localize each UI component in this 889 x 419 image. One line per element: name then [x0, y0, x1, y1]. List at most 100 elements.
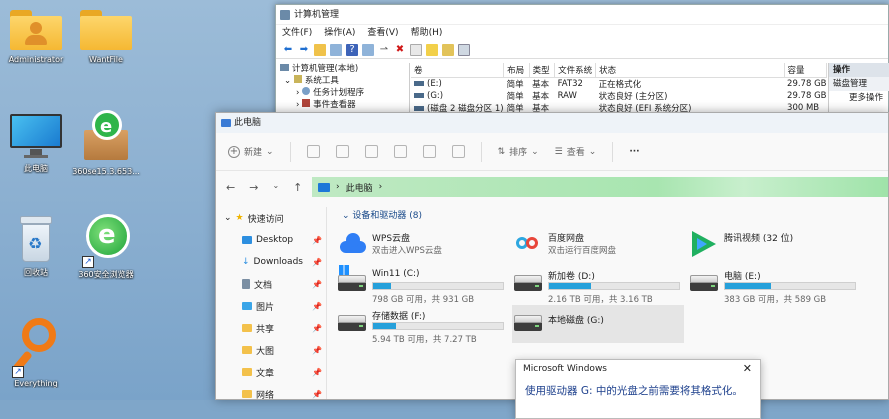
delete-icon[interactable]: ✖ [394, 44, 406, 56]
volume-layout: 简单 [506, 79, 524, 90]
help-icon[interactable]: ? [346, 43, 358, 56]
nav-large-images[interactable]: 大图 📌 [216, 339, 326, 361]
pc-icon [221, 119, 231, 127]
tile-name: 电脑 (E:) [724, 272, 761, 282]
up-arrow-icon[interactable]: ↑ [293, 181, 302, 194]
paste-icon[interactable] [364, 145, 378, 158]
desktop-icon-this-pc[interactable]: 此电脑 [0, 112, 72, 174]
baidu-netdisk-icon [516, 233, 542, 255]
sort-button[interactable]: ⇅ 排序 ⌄ [498, 145, 539, 159]
explorer-titlebar[interactable]: 此电脑 [216, 113, 888, 133]
delete-icon[interactable] [451, 145, 465, 158]
tree-label: 计算机管理(本地) [292, 64, 359, 74]
column-status[interactable]: 状态 [595, 63, 785, 78]
tree-item-task-scheduler[interactable]: › 任务计划程序 [276, 87, 409, 99]
tile-free-space: 383 GB 可用，共 589 GB [724, 295, 827, 305]
back-arrow-icon[interactable]: ← [226, 181, 235, 194]
nav-network[interactable]: 网络 📌 [216, 383, 326, 399]
column-filesystem[interactable]: 文件系统 [554, 63, 597, 78]
close-icon[interactable]: ✕ [743, 360, 752, 378]
menu-view[interactable]: 查看(V) [367, 25, 398, 41]
refresh-icon[interactable] [426, 43, 438, 56]
group-header-devices[interactable]: ⌄ 设备和驱动器 (8) [328, 207, 888, 225]
tree-item-system-tools[interactable]: ⌄ 系统工具 [276, 75, 409, 87]
chevron-down-icon[interactable]: ⌄ [272, 181, 279, 194]
forward-arrow-icon[interactable]: → [249, 181, 258, 194]
volume-layout: 简单 [506, 91, 524, 102]
desktop-icon-360-browser[interactable]: e ↗ 360安全浏览器 [70, 212, 142, 280]
tree-item-event-viewer[interactable]: › 事件查看器 [276, 99, 409, 111]
nav-documents[interactable]: 文档 📌 [216, 273, 326, 295]
back-arrow-icon[interactable]: ⬅ [282, 44, 294, 56]
pin-icon: 📌 [312, 367, 322, 377]
nav-desktop[interactable]: Desktop 📌 [216, 229, 326, 251]
up-folder-icon[interactable] [314, 43, 326, 56]
properties-icon[interactable] [410, 43, 422, 56]
nav-quick-access[interactable]: ⌄ ★ 快速访问 [216, 207, 326, 229]
address-bar[interactable]: › 此电脑 › [312, 177, 888, 197]
console-icon[interactable] [362, 43, 374, 56]
rename-icon[interactable] [393, 145, 407, 158]
cut-icon[interactable] [306, 145, 320, 158]
nav-pictures[interactable]: 图片 📌 [216, 295, 326, 317]
dialog-titlebar[interactable]: Microsoft Windows ✕ [516, 360, 760, 378]
tile-drive-f[interactable]: 存储数据 (F:) 5.94 TB 可用，共 7.27 TB [336, 305, 508, 345]
new-button[interactable]: + 新建 ⌄ [228, 145, 274, 158]
tile-subtitle: 双击进入WPS云盘 [372, 246, 442, 256]
column-volume[interactable]: 卷 [411, 63, 505, 78]
forward-arrow-icon[interactable]: ➡ [298, 44, 310, 56]
nav-share[interactable]: 共享 📌 [216, 317, 326, 339]
tile-drive-c[interactable]: Win11 (C:) 798 GB 可用，共 931 GB [336, 265, 508, 305]
column-layout[interactable]: 布局 [503, 63, 530, 78]
show-hide-tree-icon[interactable] [330, 43, 342, 56]
tile-tencent-video[interactable]: 腾讯视频 (32 位) [688, 227, 860, 265]
tile-baidu-netdisk[interactable]: 百度网盘 双击运行百度网盘 [512, 227, 684, 265]
tile-wps-cloud[interactable]: WPS云盘 双击进入WPS云盘 [336, 227, 508, 265]
desktop-icon-administrator[interactable]: Administrator [0, 8, 72, 64]
action-more[interactable]: 更多操作 [829, 91, 889, 105]
tree-label: 系统工具 [304, 76, 339, 86]
divider [289, 141, 291, 162]
action-disk-management[interactable]: 磁盘管理 [829, 77, 889, 91]
volume-row[interactable]: (G:) 简单 基本 RAW 状态良好 (主分区) 29.78 GB [411, 90, 827, 102]
desktop-icon-everything[interactable]: ↗ Everything [0, 316, 72, 388]
connect-icon[interactable]: ⇀ [378, 44, 390, 56]
explorer-title: 此电脑 [234, 118, 262, 128]
breadcrumb-this-pc[interactable]: 此电脑 [346, 181, 373, 194]
list-icon[interactable] [458, 43, 470, 56]
menu-file[interactable]: 文件(F) [282, 25, 312, 41]
share-icon[interactable] [422, 145, 436, 158]
desktop-icon-label: Everything [14, 379, 58, 388]
menu-action[interactable]: 操作(A) [324, 25, 355, 41]
navigation-row: ← → ⌄ ↑ › 此电脑 › [216, 173, 888, 201]
view-label: 查看 [566, 148, 585, 158]
volume-size: 29.78 GB [787, 78, 827, 89]
export-icon[interactable] [442, 43, 454, 56]
computer-management-window[interactable]: 计算机管理 文件(F) 操作(A) 查看(V) 帮助(H) ⬅ ➡ ? ⇀ ✖ … [275, 4, 889, 117]
tree-item-root[interactable]: 计算机管理(本地) [276, 63, 409, 75]
view-button[interactable]: ☰ 查看 ⌄ [555, 145, 597, 159]
menu-help[interactable]: 帮助(H) [411, 25, 443, 41]
window-titlebar[interactable]: 计算机管理 [276, 5, 888, 25]
tile-drive-d[interactable]: 新加卷 (D:) 2.16 TB 可用，共 3.16 TB [512, 265, 684, 305]
desktop-icon-wantfile[interactable]: WantFile [70, 8, 142, 64]
column-type[interactable]: 类型 [529, 63, 556, 78]
nav-articles[interactable]: 文章 📌 [216, 361, 326, 383]
desktop-icon-360se-installer[interactable]: e 360se15.3.653... [70, 108, 142, 176]
divider [612, 141, 614, 162]
tile-drive-e[interactable]: 电脑 (E:) 383 GB 可用，共 589 GB [688, 265, 860, 305]
column-capacity[interactable]: 容量 [784, 63, 828, 78]
volume-list: 卷 布局 类型 文件系统 状态 容量 (E:) 简单 基本 FAT32 正在格式… [411, 63, 828, 117]
volume-status: 正在格式化 [598, 79, 642, 90]
volume-row[interactable]: (E:) 简单 基本 FAT32 正在格式化 29.78 GB [411, 77, 827, 90]
format-disk-dialog[interactable]: Microsoft Windows ✕ 使用驱动器 G: 中的光盘之前需要将其格… [515, 359, 761, 419]
nav-downloads[interactable]: ↓ Downloads 📌 [216, 251, 326, 273]
file-explorer-window[interactable]: 此电脑 + 新建 ⌄ ⇅ 排序 ⌄ ☰ 查看 ⌄ ··· ← → ⌄ ↑ › 此电脑 › ⌄… [215, 112, 889, 400]
desktop-icon-recycle-bin[interactable]: ♻ 回收站 [0, 214, 72, 278]
cloud-icon [338, 233, 368, 253]
pane-divider[interactable] [326, 207, 327, 399]
desktop-icon-label: 回收站 [24, 268, 48, 277]
copy-icon[interactable] [335, 145, 349, 158]
tile-drive-g[interactable]: 本地磁盘 (G:) [512, 305, 684, 343]
more-options-button[interactable]: ··· [629, 147, 639, 157]
